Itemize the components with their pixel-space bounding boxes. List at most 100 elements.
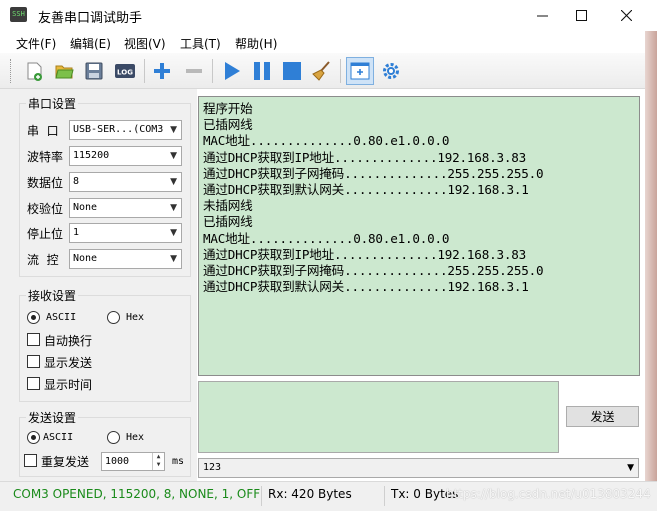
rx-count-text: Rx: 420 Bytes xyxy=(268,487,352,501)
data-bits-label: 数据位 xyxy=(27,176,64,190)
receive-line: 通过DHCP获取到IP地址..............192.168.3.83 xyxy=(203,149,526,165)
window-add-icon xyxy=(350,62,370,80)
baud-label: 波特率 xyxy=(27,150,64,164)
port-label: 串 口 xyxy=(27,124,59,138)
new-button[interactable] xyxy=(20,57,48,85)
menu-edit[interactable]: 编辑(E) xyxy=(70,35,111,52)
repeat-interval-value: 1000 xyxy=(105,456,130,467)
receive-ascii-radio[interactable] xyxy=(27,311,40,324)
stop-icon xyxy=(283,62,301,80)
receive-line: MAC地址..............0.80.e1.0.0.0 xyxy=(203,133,450,149)
data-bits-value: 8 xyxy=(73,176,80,187)
menu-bar: 文件(F) 编辑(E) 视图(V) 工具(T) 帮助(H) xyxy=(0,31,657,53)
stop-bits-select[interactable]: 1 ▼ xyxy=(69,223,182,243)
chevron-down-icon: ▼ xyxy=(170,203,177,213)
toolbar-separator xyxy=(212,59,213,83)
parity-value: None xyxy=(73,202,98,213)
add-button[interactable] xyxy=(148,57,176,85)
chevron-down-icon: ▼ xyxy=(170,125,177,135)
send-history-value: 123 xyxy=(203,462,222,473)
status-divider xyxy=(384,486,385,506)
receive-settings-title: 接收设置 xyxy=(26,287,79,304)
menu-view[interactable]: 视图(V) xyxy=(124,35,166,52)
pause-button[interactable] xyxy=(248,57,276,85)
receive-line: 程序开始 xyxy=(203,101,253,116)
baud-select[interactable]: 115200 ▼ xyxy=(69,146,182,166)
stop-bits-value: 1 xyxy=(73,227,80,238)
flow-value: None xyxy=(73,253,98,264)
left-panel: 串口设置 串 口 USB-SER...(COM3 ▼ 波特率 115200 ▼ … xyxy=(0,89,197,481)
close-button[interactable] xyxy=(603,0,649,31)
spin-arrows-icon[interactable]: ▲ ▼ xyxy=(152,453,164,470)
receive-line: 已插网线 xyxy=(203,214,253,230)
toolbar-grip xyxy=(10,59,13,83)
port-select[interactable]: USB-SER...(COM3 ▼ xyxy=(69,120,182,140)
send-ascii-label: ASCII xyxy=(43,432,74,443)
clear-button[interactable] xyxy=(308,57,336,85)
receive-line: 通过DHCP获取到默认网关..............192.168.3.1 xyxy=(203,182,529,198)
chevron-down-icon: ▼ xyxy=(170,177,177,187)
chevron-down-icon: ▼ xyxy=(170,151,177,161)
receive-hex-label: Hex xyxy=(126,312,145,323)
send-history-select[interactable]: 123 ▼ xyxy=(198,458,639,478)
serial-settings-title: 串口设置 xyxy=(26,95,79,112)
toolbar: LOG xyxy=(0,53,657,89)
receive-line: 通过DHCP获取到默认网关..............192.168.3.1 xyxy=(203,279,529,295)
repeat-interval-input[interactable]: 1000 ▲ ▼ xyxy=(101,452,165,471)
maximize-button[interactable] xyxy=(558,0,604,31)
save-button[interactable] xyxy=(80,57,108,85)
data-bits-select[interactable]: 8 ▼ xyxy=(69,172,182,192)
new-icon xyxy=(27,62,42,81)
receive-text-area[interactable]: 程序开始 已插网线 MAC地址..............0.80.e1.0.0… xyxy=(198,96,640,376)
menu-tools[interactable]: 工具(T) xyxy=(180,35,221,52)
title-bar: SSH 友善串口调试助手 xyxy=(0,0,657,31)
parity-select[interactable]: None ▼ xyxy=(69,198,182,218)
flow-select[interactable]: None ▼ xyxy=(69,249,182,269)
repeat-send-checkbox[interactable] xyxy=(24,454,37,467)
broom-icon xyxy=(312,61,330,81)
settings-button[interactable] xyxy=(377,57,405,85)
port-status-text: COM3 OPENED, 115200, 8, NONE, 1, OFF xyxy=(13,487,261,501)
chevron-down-icon: ▼ xyxy=(170,254,177,264)
stop-bits-label: 停止位 xyxy=(27,227,64,241)
menu-file[interactable]: 文件(F) xyxy=(16,35,56,52)
stop-button[interactable] xyxy=(278,57,306,85)
receive-line: 已插网线 xyxy=(203,117,253,133)
window-title: 友善串口调试助手 xyxy=(38,11,143,26)
send-button[interactable]: 发送 xyxy=(566,406,639,427)
menu-help[interactable]: 帮助(H) xyxy=(235,35,277,52)
receive-hex-radio[interactable] xyxy=(107,311,120,324)
app-icon: SSH xyxy=(10,7,27,22)
start-button[interactable] xyxy=(218,57,246,85)
port-value: USB-SER...(COM3 xyxy=(73,124,164,135)
send-text-area[interactable] xyxy=(198,381,559,453)
status-divider xyxy=(261,486,262,506)
receive-line: 通过DHCP获取到子网掩码..............255.255.255.0 xyxy=(203,165,544,181)
watermark-text: https://blog.csdn.net/u013803244 xyxy=(446,487,651,501)
remove-button[interactable] xyxy=(180,57,208,85)
add-icon xyxy=(154,63,170,79)
chevron-down-icon: ▼ xyxy=(170,228,177,238)
show-send-label: 显示发送 xyxy=(44,356,93,370)
repeat-send-label: 重复发送 xyxy=(41,455,90,469)
remove-icon xyxy=(186,69,202,73)
background-edge xyxy=(645,31,657,511)
open-button[interactable] xyxy=(50,57,78,85)
status-bar: COM3 OPENED, 115200, 8, NONE, 1, OFF Rx:… xyxy=(0,481,657,511)
log-button[interactable]: LOG xyxy=(111,57,139,85)
show-time-checkbox[interactable] xyxy=(27,377,40,390)
send-hex-label: Hex xyxy=(126,432,145,443)
save-icon xyxy=(85,62,103,80)
receive-line: MAC地址..............0.80.e1.0.0.0 xyxy=(203,230,450,246)
toolbar-separator xyxy=(340,59,341,83)
show-send-checkbox[interactable] xyxy=(27,355,40,368)
auto-wrap-checkbox[interactable] xyxy=(27,333,40,346)
log-icon: LOG xyxy=(115,64,135,78)
settings-gear-icon xyxy=(383,63,399,79)
flow-label: 流 控 xyxy=(27,253,59,267)
svg-text:LOG: LOG xyxy=(117,69,133,77)
maximize-icon xyxy=(575,10,587,21)
send-ascii-radio[interactable] xyxy=(27,431,40,444)
send-hex-radio[interactable] xyxy=(107,431,120,444)
new-window-button[interactable] xyxy=(346,57,374,85)
